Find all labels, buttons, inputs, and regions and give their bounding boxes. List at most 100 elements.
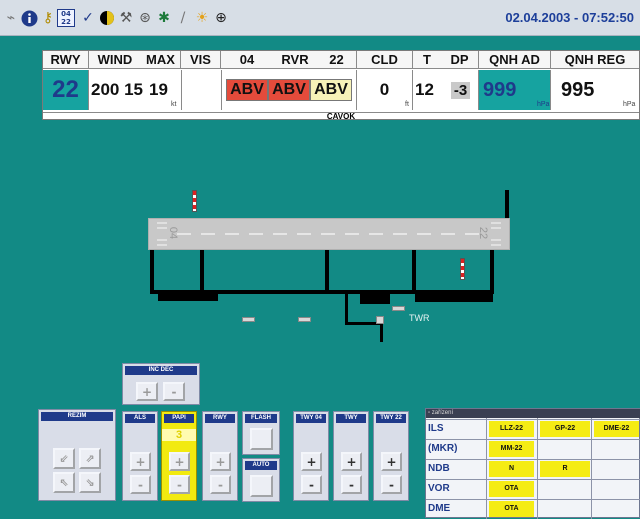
arrow-down-left-icon[interactable]: ⇙ — [53, 448, 75, 469]
navaid-row-mkr: (MKR) MM-22 — [426, 439, 640, 458]
wind-value: 200 15 — [91, 80, 143, 99]
rwy-lights-panel: RWY + - — [202, 411, 238, 501]
als-title: ALS — [125, 414, 155, 423]
navaid-window-title: ▫ zařízení — [426, 409, 640, 418]
papi-value: 3 — [162, 429, 196, 441]
twy-minus-button[interactable]: - — [341, 475, 362, 494]
twy22-minus-button[interactable]: - — [381, 475, 402, 494]
datetime: 02.04.2003 - 07:52:50 — [505, 10, 634, 25]
rvr-values: ABV ABV ABV — [221, 70, 357, 110]
header-max: MAX — [141, 51, 181, 69]
runway-number-04: 04 — [167, 226, 180, 240]
rwy-plus-button[interactable]: + — [210, 452, 231, 471]
flash-toggle-button[interactable] — [250, 428, 273, 450]
rwy-value: 22 — [43, 70, 89, 110]
info-icon[interactable] — [20, 9, 38, 27]
meteo-table: RWY WIND MAX VIS 04 RVR 22 CLD T DP QNH … — [42, 50, 640, 121]
key-icon[interactable]: ⚷ — [39, 9, 57, 27]
apron-west — [158, 292, 218, 301]
day-night-icon[interactable] — [98, 9, 116, 27]
alarm-icon[interactable]: ⊛ — [136, 9, 154, 27]
header-qnh-reg: QNH REG — [551, 51, 639, 69]
taxiway-a — [150, 250, 154, 292]
check-icon[interactable]: ✓ — [79, 9, 97, 27]
inc-button[interactable]: + — [136, 382, 158, 401]
papi-minus-button[interactable]: - — [169, 475, 190, 494]
tools-icon[interactable]: ⚒ — [117, 9, 135, 27]
navaid-cell-gp22[interactable]: GP-22 — [540, 421, 590, 437]
header-vis: VIS — [181, 51, 221, 69]
papi-panel: PAPI 3 + - — [161, 411, 197, 501]
papi-plus-button[interactable]: + — [169, 452, 190, 471]
navaid-label-vor: VOR — [428, 483, 450, 494]
navaid-cell-mm22[interactable]: MM-22 — [489, 441, 534, 457]
auto-toggle-button[interactable] — [250, 475, 273, 497]
navaid-cell-llz22[interactable]: LLZ-22 — [489, 421, 534, 437]
qnh-reg-unit: hPa — [623, 101, 636, 108]
als-plus-button[interactable]: + — [130, 452, 151, 471]
taxiway-b — [200, 250, 204, 292]
header-rvr-22: 22 — [317, 51, 357, 69]
flash-title: FLASH — [245, 414, 277, 423]
stand-1 — [242, 317, 255, 322]
top-toolbar: ⌁ ⚷ 04 22 ✓ ⚒ ⊛ ✱ / ☀ ⊕ 02.04.2003 - 07:… — [0, 0, 640, 36]
header-t: T — [413, 51, 441, 69]
dp-value: -3 — [450, 81, 471, 99]
navaid-row-vor: VOR OTA — [426, 479, 640, 498]
header-wind: WIND — [89, 51, 141, 69]
rwy-select-icon[interactable]: 04 22 — [57, 9, 75, 27]
navaid-cell-dme-ota[interactable]: OTA — [489, 501, 534, 517]
cavok-label: CAVOK — [43, 112, 639, 121]
auto-title: AUTO — [245, 461, 277, 470]
stand-2 — [298, 317, 311, 322]
navaid-label-dme: DME — [428, 503, 451, 514]
globe-icon[interactable]: ⊕ — [212, 9, 230, 27]
arrow-up-right-icon[interactable]: ⇗ — [79, 448, 101, 469]
twy04-minus-button[interactable]: - — [301, 475, 322, 494]
satellite-icon[interactable]: ⌁ — [2, 9, 20, 27]
als-minus-button[interactable]: - — [130, 475, 151, 494]
rvr-22-value: ABV — [310, 79, 352, 101]
settings-icon[interactable]: ✱ — [155, 9, 173, 27]
rwy-minus-button[interactable]: - — [210, 475, 231, 494]
navaid-cell-dme22[interactable]: DME-22 — [594, 421, 639, 437]
twy22-plus-button[interactable]: + — [381, 452, 402, 471]
navaid-label-mkr: (MKR) — [428, 443, 458, 454]
navaid-cell-r[interactable]: R — [540, 461, 590, 477]
runway[interactable]: 04 22 — [148, 218, 510, 250]
taxiway-c — [325, 250, 329, 292]
twy22-title: TWY 22 — [376, 414, 406, 423]
runway-markings — [157, 222, 501, 246]
navaid-window-title-text: zařízení — [431, 410, 454, 416]
sun-icon[interactable]: ☀ — [193, 9, 211, 27]
twy04-plus-button[interactable]: + — [301, 452, 322, 471]
rwy-select-bottom: 22 — [61, 18, 71, 26]
taxiway-south — [345, 294, 348, 324]
taxiway-d — [412, 250, 416, 292]
qnh-ad-unit: hPa — [537, 101, 550, 108]
header-rwy: RWY — [43, 51, 89, 69]
navaid-row-ils: ILS LLZ-22 GP-22 DME-22 — [426, 419, 640, 438]
papi-light-04 — [192, 190, 197, 212]
arrow-down-right-icon[interactable]: ⇘ — [79, 472, 101, 493]
runway-number-22: 22 — [477, 226, 490, 240]
rvr-04-value: ABV — [226, 79, 268, 101]
incdec-panel: INC DEC + - — [122, 363, 200, 405]
rvr-mid-value: ABV — [268, 79, 310, 101]
dec-button[interactable]: - — [163, 382, 185, 401]
twr-label: TWR — [409, 313, 430, 323]
twy04-panel: TWY 04 + - — [293, 411, 329, 501]
stand-3 — [392, 306, 405, 311]
rezim-title: REZIM — [41, 412, 113, 421]
navaid-cell-vor-ota[interactable]: OTA — [489, 481, 534, 497]
arrow-up-left-icon[interactable]: ⇖ — [53, 472, 75, 493]
papi-light-22 — [460, 258, 465, 280]
vis-value — [181, 70, 221, 110]
twy-plus-button[interactable]: + — [341, 452, 362, 471]
navaid-cell-n[interactable]: N — [489, 461, 534, 477]
t-value: 12 — [415, 80, 434, 99]
incdec-title: INC DEC — [125, 366, 197, 375]
pen-icon[interactable]: / — [174, 9, 192, 27]
taxiway-south-end — [380, 322, 383, 342]
header-rvr: RVR — [273, 51, 317, 69]
